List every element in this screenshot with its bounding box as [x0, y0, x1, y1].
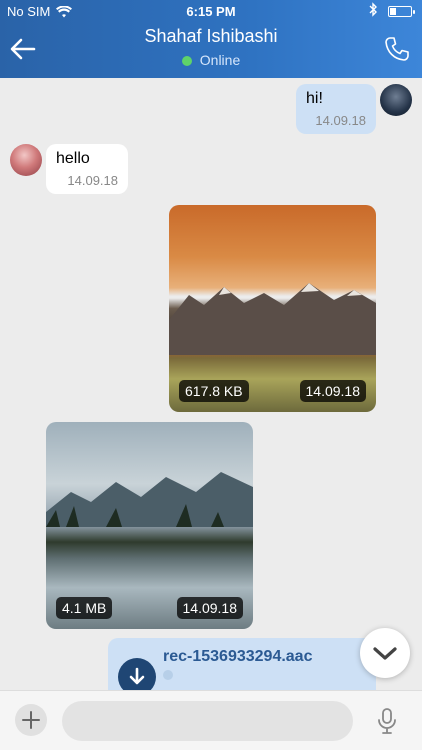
plus-icon: [22, 711, 40, 729]
contact-name[interactable]: Shahaf Ishibashi: [0, 26, 422, 47]
message-timestamp: 14.09.18: [315, 113, 366, 128]
phone-call-icon[interactable]: [384, 36, 410, 62]
incoming-message[interactable]: hello 14.09.18: [46, 144, 128, 194]
bluetooth-icon: [369, 2, 378, 17]
presence-label: Online: [199, 52, 241, 68]
audio-message[interactable]: rec-1536933294.aac: [108, 638, 376, 696]
photo-timestamp: 14.09.18: [176, 597, 243, 619]
microphone-icon[interactable]: [377, 707, 397, 735]
audio-progress-dot: [163, 670, 173, 680]
chevron-down-icon: [373, 647, 397, 660]
battery-icon: [388, 6, 415, 17]
outgoing-message[interactable]: hi! 14.09.18: [296, 84, 376, 134]
add-attachment-button[interactable]: [15, 704, 47, 736]
audio-filename: rec-1536933294.aac: [163, 648, 313, 665]
scroll-to-bottom-button[interactable]: [360, 628, 410, 678]
photo-message-lake-mountains[interactable]: 4.1 MB 14.09.18: [46, 422, 253, 629]
message-text: hello: [56, 150, 90, 167]
photo-message-desert-mountains[interactable]: 617.8 KB 14.09.18: [169, 205, 376, 412]
chat-header: No SIM 6:15 PM Shahaf Ishibashi Online: [0, 0, 422, 78]
message-input[interactable]: [62, 701, 353, 741]
file-size-badge: 4.1 MB: [56, 597, 113, 619]
mountain-lake-image: [46, 472, 253, 527]
status-bar: No SIM 6:15 PM: [0, 0, 422, 22]
presence-status: Online: [0, 52, 422, 68]
online-dot-icon: [181, 56, 192, 66]
message-text: hi!: [306, 90, 323, 107]
contact-avatar[interactable]: [10, 144, 42, 176]
message-composer: [0, 690, 422, 750]
my-avatar[interactable]: [380, 84, 412, 116]
message-timestamp: 14.09.18: [67, 173, 118, 188]
photo-timestamp: 14.09.18: [299, 380, 366, 402]
mountain-image: [169, 283, 376, 355]
clock: 6:15 PM: [186, 4, 236, 19]
file-size-badge: 617.8 KB: [179, 380, 249, 402]
